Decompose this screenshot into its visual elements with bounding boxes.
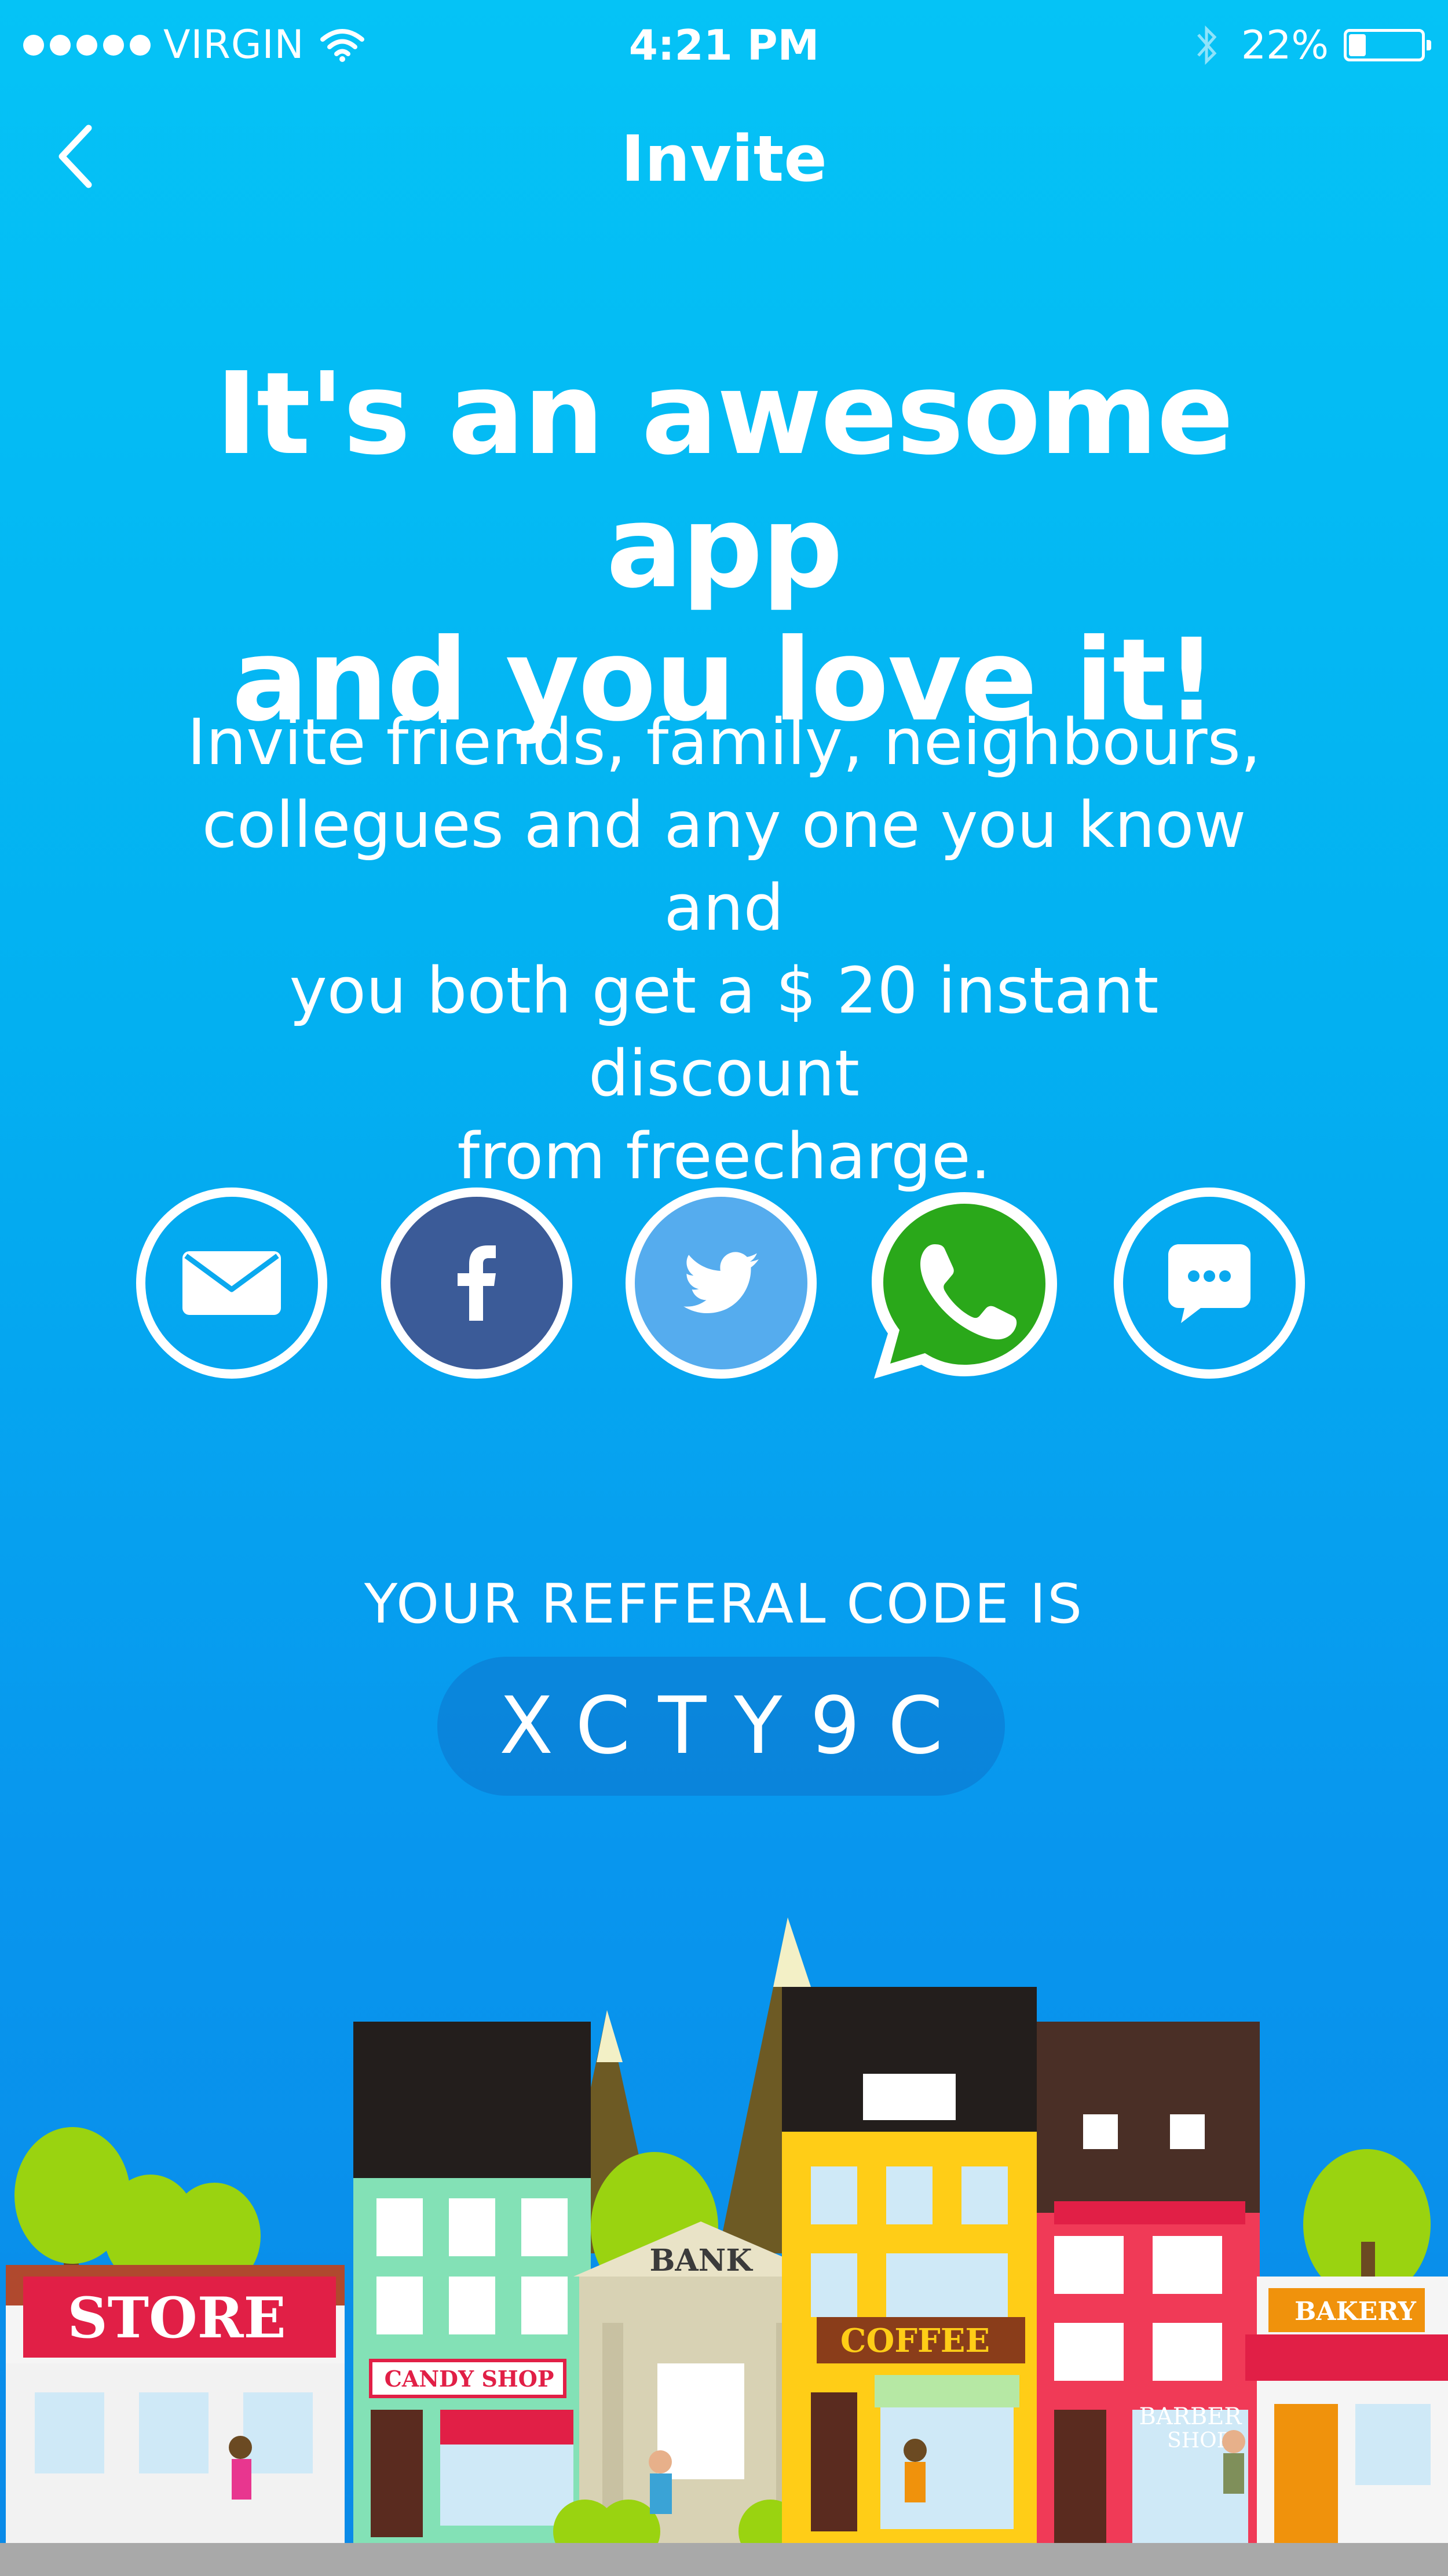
barber-sign-line1: BARBER (1139, 2403, 1242, 2430)
whatsapp-icon (872, 1192, 1057, 1379)
barber-sign-line2: SHOP (1167, 2429, 1231, 2453)
invite-screen: VIRGIN 4:21 PM 22% Invite It's an awesom… (0, 0, 1448, 2576)
page-title: Invite (621, 122, 827, 196)
navigation-bar: Invite (0, 98, 1448, 220)
coffee-sign: COFFEE (840, 2322, 990, 2360)
description-line: collegues and any one you know and (202, 788, 1246, 945)
facebook-icon (458, 1245, 496, 1321)
bluetooth-icon (1197, 25, 1217, 65)
town-illustration: STORE CANDY SHOP BANK COFFEE BARBER SHOP… (0, 1917, 1448, 2576)
headline: It's an awesome app and you love it! (87, 348, 1361, 747)
bakery-sign: BAKERY (1295, 2297, 1416, 2326)
store-sign: STORE (67, 2285, 286, 2351)
mail-icon (182, 1251, 281, 1315)
chat-bubble-icon (1168, 1244, 1250, 1323)
battery-icon (1344, 29, 1431, 61)
status-bar: VIRGIN 4:21 PM 22% (0, 0, 1448, 98)
bank-sign: BANK (649, 2243, 753, 2278)
twitter-icon (683, 1252, 759, 1313)
referral-code-label: YOUR REFFERAL CODE IS (364, 1573, 1084, 1636)
share-email-button[interactable] (136, 1187, 327, 1379)
description-line: from freecharge. (457, 1119, 991, 1193)
description-line: Invite friends, family, neighbours, (187, 705, 1261, 779)
share-twitter-button[interactable] (626, 1187, 817, 1379)
share-whatsapp-button[interactable] (866, 1187, 1063, 1384)
share-message-button[interactable] (1114, 1187, 1305, 1379)
battery-percentage: 22% (1241, 22, 1329, 68)
headline-line: It's an awesome app (215, 348, 1234, 613)
referral-code[interactable]: XCTY9C (437, 1657, 1005, 1796)
description-line: you both get a $ 20 instant discount (289, 953, 1159, 1110)
battery-fill (1349, 34, 1366, 56)
candy-shop-sign: CANDY SHOP (385, 2366, 554, 2392)
share-options (0, 1187, 1448, 1384)
invite-description: Invite friends, family, neighbours, coll… (145, 701, 1303, 1198)
share-facebook-button[interactable] (381, 1187, 572, 1379)
